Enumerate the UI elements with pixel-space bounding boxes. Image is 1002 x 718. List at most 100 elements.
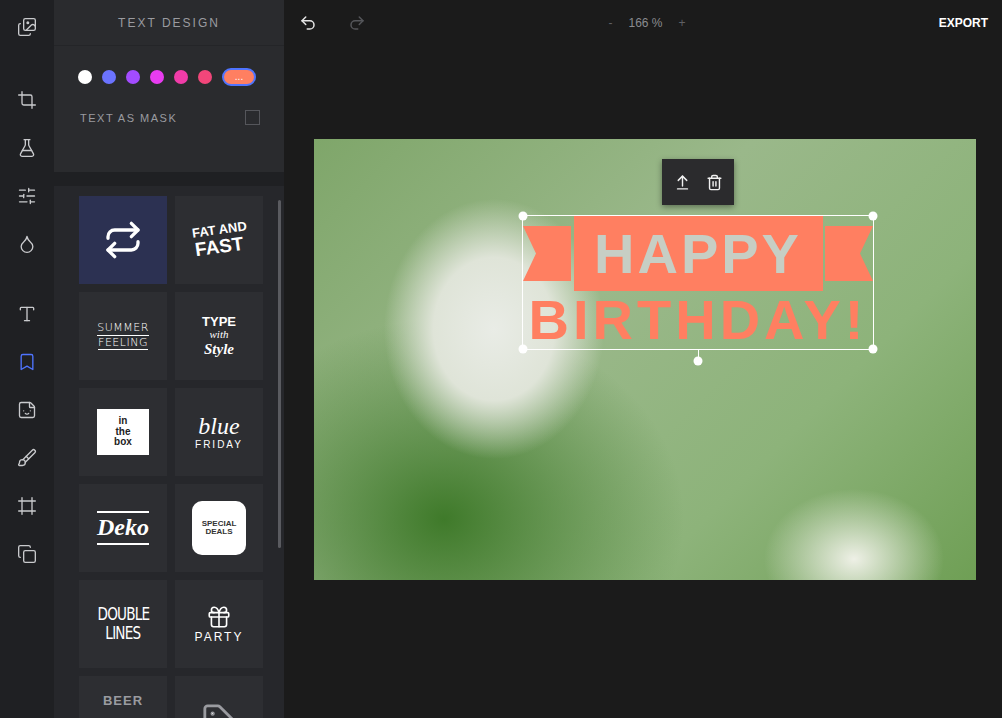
design-label: FAST — [194, 234, 245, 261]
tool-rail — [0, 0, 54, 718]
design-label: the — [116, 427, 131, 438]
mask-option[interactable]: TEXT AS MASK — [78, 110, 260, 125]
shuffle-icon — [103, 220, 143, 260]
undo-button[interactable] — [298, 13, 318, 33]
gift-icon — [206, 604, 232, 630]
delete-button[interactable] — [704, 172, 724, 192]
zoom-out-button[interactable]: - — [606, 16, 614, 30]
design-label: SUMMER — [97, 322, 149, 336]
color-more-button[interactable]: ... — [222, 68, 256, 86]
color-icon — [17, 234, 37, 254]
text-icon — [17, 304, 37, 324]
text-design-object[interactable]: HAPPY BIRTHDAY! — [522, 215, 874, 350]
resize-handle[interactable] — [869, 212, 878, 221]
tool-button[interactable] — [0, 0, 54, 54]
design-box: inthebox — [97, 409, 149, 455]
design-tile[interactable]: Deko — [79, 484, 167, 572]
frame-icon — [17, 496, 37, 516]
design-label: Deko — [97, 511, 149, 544]
ribbon-row: HAPPY — [523, 216, 873, 291]
design-tile[interactable]: inthebox — [79, 388, 167, 476]
tool-button[interactable] — [0, 386, 54, 434]
design-list: FAT ANDFASTSUMMERFEELINGTYPEwithStyleint… — [54, 186, 284, 718]
zoom-value: 166 % — [628, 16, 662, 30]
design-label: PARTY — [195, 631, 244, 644]
overlay-line: HAPPY — [594, 223, 802, 285]
design-tile[interactable]: FAT ANDFAST — [175, 196, 263, 284]
ribbon-tail-right-icon — [825, 226, 873, 281]
design-label: with — [210, 329, 229, 341]
design-tile[interactable] — [175, 676, 263, 718]
scrollbar[interactable] — [278, 200, 281, 548]
panel-divider — [54, 172, 284, 186]
design-tile[interactable] — [79, 196, 167, 284]
object-toolbar — [662, 159, 734, 205]
ribbon: HAPPY — [574, 216, 823, 291]
crop-icon — [17, 90, 37, 110]
design-tile[interactable]: PARTY — [175, 580, 263, 668]
panel-options: ... TEXT AS MASK — [54, 46, 284, 172]
zoom-control: -166 % + — [598, 16, 687, 30]
tool-button[interactable] — [0, 220, 54, 268]
design-label: SPECIAL — [202, 520, 237, 528]
resize-handle[interactable] — [519, 345, 528, 354]
redo-button[interactable] — [347, 13, 367, 33]
bring-front-button[interactable] — [672, 172, 692, 192]
design-label: DOUBLE — [97, 606, 149, 624]
design-tile[interactable]: SPECIALDEALS — [175, 484, 263, 572]
design-label: BEER — [103, 694, 143, 708]
color-swatch[interactable] — [198, 70, 212, 84]
rotate-handle[interactable] — [694, 357, 703, 366]
color-swatch[interactable] — [102, 70, 116, 84]
redo-icon — [348, 14, 366, 32]
tool-button[interactable] — [0, 76, 54, 124]
undo-icon — [299, 14, 317, 32]
tool-button[interactable] — [0, 124, 54, 172]
brush-icon — [17, 448, 37, 468]
tool-button[interactable] — [0, 482, 54, 530]
ribbon-tail-left-icon — [523, 226, 571, 281]
design-label: FRIDAY — [195, 440, 243, 451]
tool-button[interactable] — [0, 434, 54, 482]
tool-button[interactable] — [0, 338, 54, 386]
gallery-icon — [17, 17, 37, 37]
design-grid: FAT ANDFASTSUMMERFEELINGTYPEwithStyleint… — [79, 196, 284, 718]
design-tile[interactable]: BEER — [79, 676, 167, 718]
design-label: blue — [198, 414, 239, 439]
design-label: in — [119, 416, 128, 427]
design-label: DEALS — [205, 528, 232, 536]
color-swatch[interactable] — [78, 70, 92, 84]
resize-handle[interactable] — [519, 212, 528, 221]
color-swatch[interactable] — [174, 70, 188, 84]
tool-button[interactable] — [0, 530, 54, 578]
adjust-icon — [17, 186, 37, 206]
resize-handle[interactable] — [869, 345, 878, 354]
design-tile[interactable]: TYPEwithStyle — [175, 292, 263, 380]
mask-checkbox[interactable] — [245, 110, 260, 125]
tool-group — [0, 0, 54, 54]
color-swatch[interactable] — [150, 70, 164, 84]
design-label: Style — [204, 342, 234, 358]
tool-button[interactable] — [0, 172, 54, 220]
tool-button[interactable] — [0, 290, 54, 338]
layers-icon — [17, 544, 37, 564]
history-group — [298, 13, 598, 33]
canvas-stage: HAPPY BIRTHDAY! — [284, 46, 1002, 718]
design-tile[interactable]: blueFRIDAY — [175, 388, 263, 476]
design-label: LINES — [105, 625, 140, 643]
design-badge: SPECIALDEALS — [192, 501, 246, 555]
color-swatch[interactable] — [126, 70, 140, 84]
overlay-line: BIRTHDAY! — [523, 291, 873, 349]
design-label: FEELING — [98, 337, 148, 351]
photo: HAPPY BIRTHDAY! — [314, 139, 976, 580]
color-row: ... — [78, 68, 260, 86]
filter-icon — [17, 138, 37, 158]
trash-icon — [706, 174, 723, 191]
export-button[interactable]: EXPORT — [939, 16, 988, 30]
sticker-icon — [17, 400, 37, 420]
zoom-in-button[interactable]: + — [677, 16, 688, 30]
design-tile[interactable]: SUMMERFEELING — [79, 292, 167, 380]
tool-group — [0, 76, 54, 268]
design-tile[interactable]: DOUBLELINES — [79, 580, 167, 668]
editor: TEXT DESIGN...TEXT AS MASKFAT ANDFASTSUM… — [0, 0, 1002, 718]
